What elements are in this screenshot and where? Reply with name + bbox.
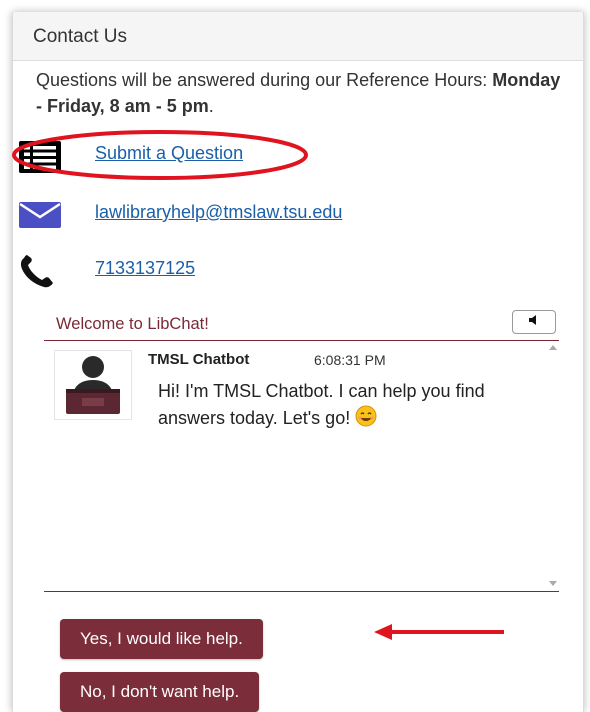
email-link[interactable]: lawlibraryhelp@tmslaw.tsu.edu <box>95 202 342 223</box>
email-row: lawlibraryhelp@tmslaw.tsu.edu <box>18 198 538 234</box>
chatbot-avatar-icon <box>66 356 120 414</box>
libchat-title: Welcome to LibChat! <box>56 315 209 333</box>
reference-hours-text: Questions will be answered during our Re… <box>36 70 561 116</box>
libchat-header: Welcome to LibChat! <box>44 306 559 341</box>
phone-link[interactable]: 7133137125 <box>95 258 195 279</box>
list-icon <box>18 140 62 179</box>
yes-help-button[interactable]: Yes, I would like help. <box>60 619 263 659</box>
smiley-icon <box>355 405 377 435</box>
message-sender: TMSL Chatbot <box>148 351 250 368</box>
message-timestamp: 6:08:31 PM <box>314 352 386 368</box>
chat-transcript[interactable]: TMSL Chatbot 6:08:31 PM Hi! I'm TMSL Cha… <box>44 341 559 592</box>
no-help-button[interactable]: No, I don't want help. <box>60 672 260 712</box>
avatar <box>54 350 132 420</box>
panel-title: Contact Us <box>33 26 127 47</box>
message-text: Hi! I'm TMSL Chatbot. I can help you fin… <box>158 378 518 435</box>
phone-row: 7133137125 <box>18 254 538 290</box>
envelope-icon <box>18 198 62 235</box>
scroll-up-arrow[interactable] <box>549 345 557 350</box>
speaker-icon <box>528 313 540 331</box>
libchat-widget: Welcome to LibChat! TMSL Chatbot 6:08:31… <box>44 306 559 712</box>
scroll-down-arrow[interactable] <box>549 581 557 586</box>
submit-question-row: Submit a Question <box>18 140 538 176</box>
phone-icon <box>18 254 62 293</box>
panel-header: Contact Us <box>13 12 583 61</box>
submit-question-link[interactable]: Submit a Question <box>95 143 243 164</box>
sound-toggle-button[interactable] <box>512 310 556 334</box>
